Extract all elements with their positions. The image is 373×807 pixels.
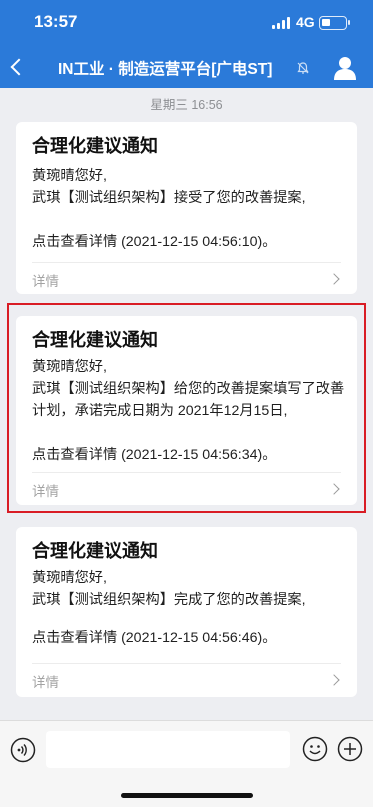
card-line: 黄琬晴您好, — [32, 570, 107, 586]
home-indicator — [121, 793, 253, 798]
highlight-box — [7, 303, 366, 513]
chevron-left-icon — [10, 58, 28, 76]
voice-button[interactable] — [10, 737, 36, 763]
plus-button[interactable] — [337, 736, 363, 762]
card-title: 合理化建议通知 — [32, 541, 158, 561]
details-link[interactable]: 详情 — [16, 262, 357, 298]
card-line: 武琪【测试组织架构】接受了您的改善提案, — [32, 190, 306, 206]
person-icon — [334, 57, 356, 80]
network-type: 4G — [296, 14, 315, 30]
details-link[interactable]: 详情 — [16, 663, 357, 699]
emoji-icon — [302, 736, 328, 762]
plus-icon — [337, 736, 363, 762]
chevron-right-icon — [328, 273, 340, 285]
app-header: 13:57 4G IN工业 · 制造运营平台[广电ST] — [0, 0, 373, 88]
card-line: 点击查看详情 (2021-12-15 04:56:46)。 — [32, 630, 277, 646]
chat-title: IN工业 · 制造运营平台[广电ST] — [58, 61, 273, 78]
bell-slash-icon — [297, 62, 309, 74]
message-input[interactable] — [46, 731, 290, 768]
details-label: 详情 — [32, 274, 59, 289]
card-line: 点击查看详情 (2021-12-15 04:56:10)。 — [32, 234, 277, 250]
emoji-button[interactable] — [302, 736, 328, 762]
chevron-right-icon — [328, 674, 340, 686]
chat-timestamp: 星期三 16:56 — [150, 98, 223, 112]
status-bar: 13:57 4G — [0, 0, 373, 46]
back-button[interactable] — [4, 50, 30, 84]
message-card[interactable]: 合理化建议通知 黄琬晴您好, 武琪【测试组织架构】接受了您的改善提案, 点击查看… — [16, 122, 357, 294]
card-line: 黄琬晴您好, — [32, 168, 107, 184]
battery-icon — [319, 16, 350, 30]
details-label: 详情 — [32, 675, 59, 690]
card-line: 武琪【测试组织架构】完成了您的改善提案, — [32, 592, 306, 608]
message-card[interactable]: 合理化建议通知 黄琬晴您好, 武琪【测试组织架构】完成了您的改善提案, 点击查看… — [16, 527, 357, 697]
voice-icon — [10, 737, 36, 763]
profile-button[interactable] — [332, 55, 358, 81]
signal-icon — [272, 17, 292, 29]
nav-bar: IN工业 · 制造运营平台[广电ST] — [0, 46, 373, 88]
status-time: 13:57 — [34, 12, 78, 31]
card-title: 合理化建议通知 — [32, 136, 158, 156]
